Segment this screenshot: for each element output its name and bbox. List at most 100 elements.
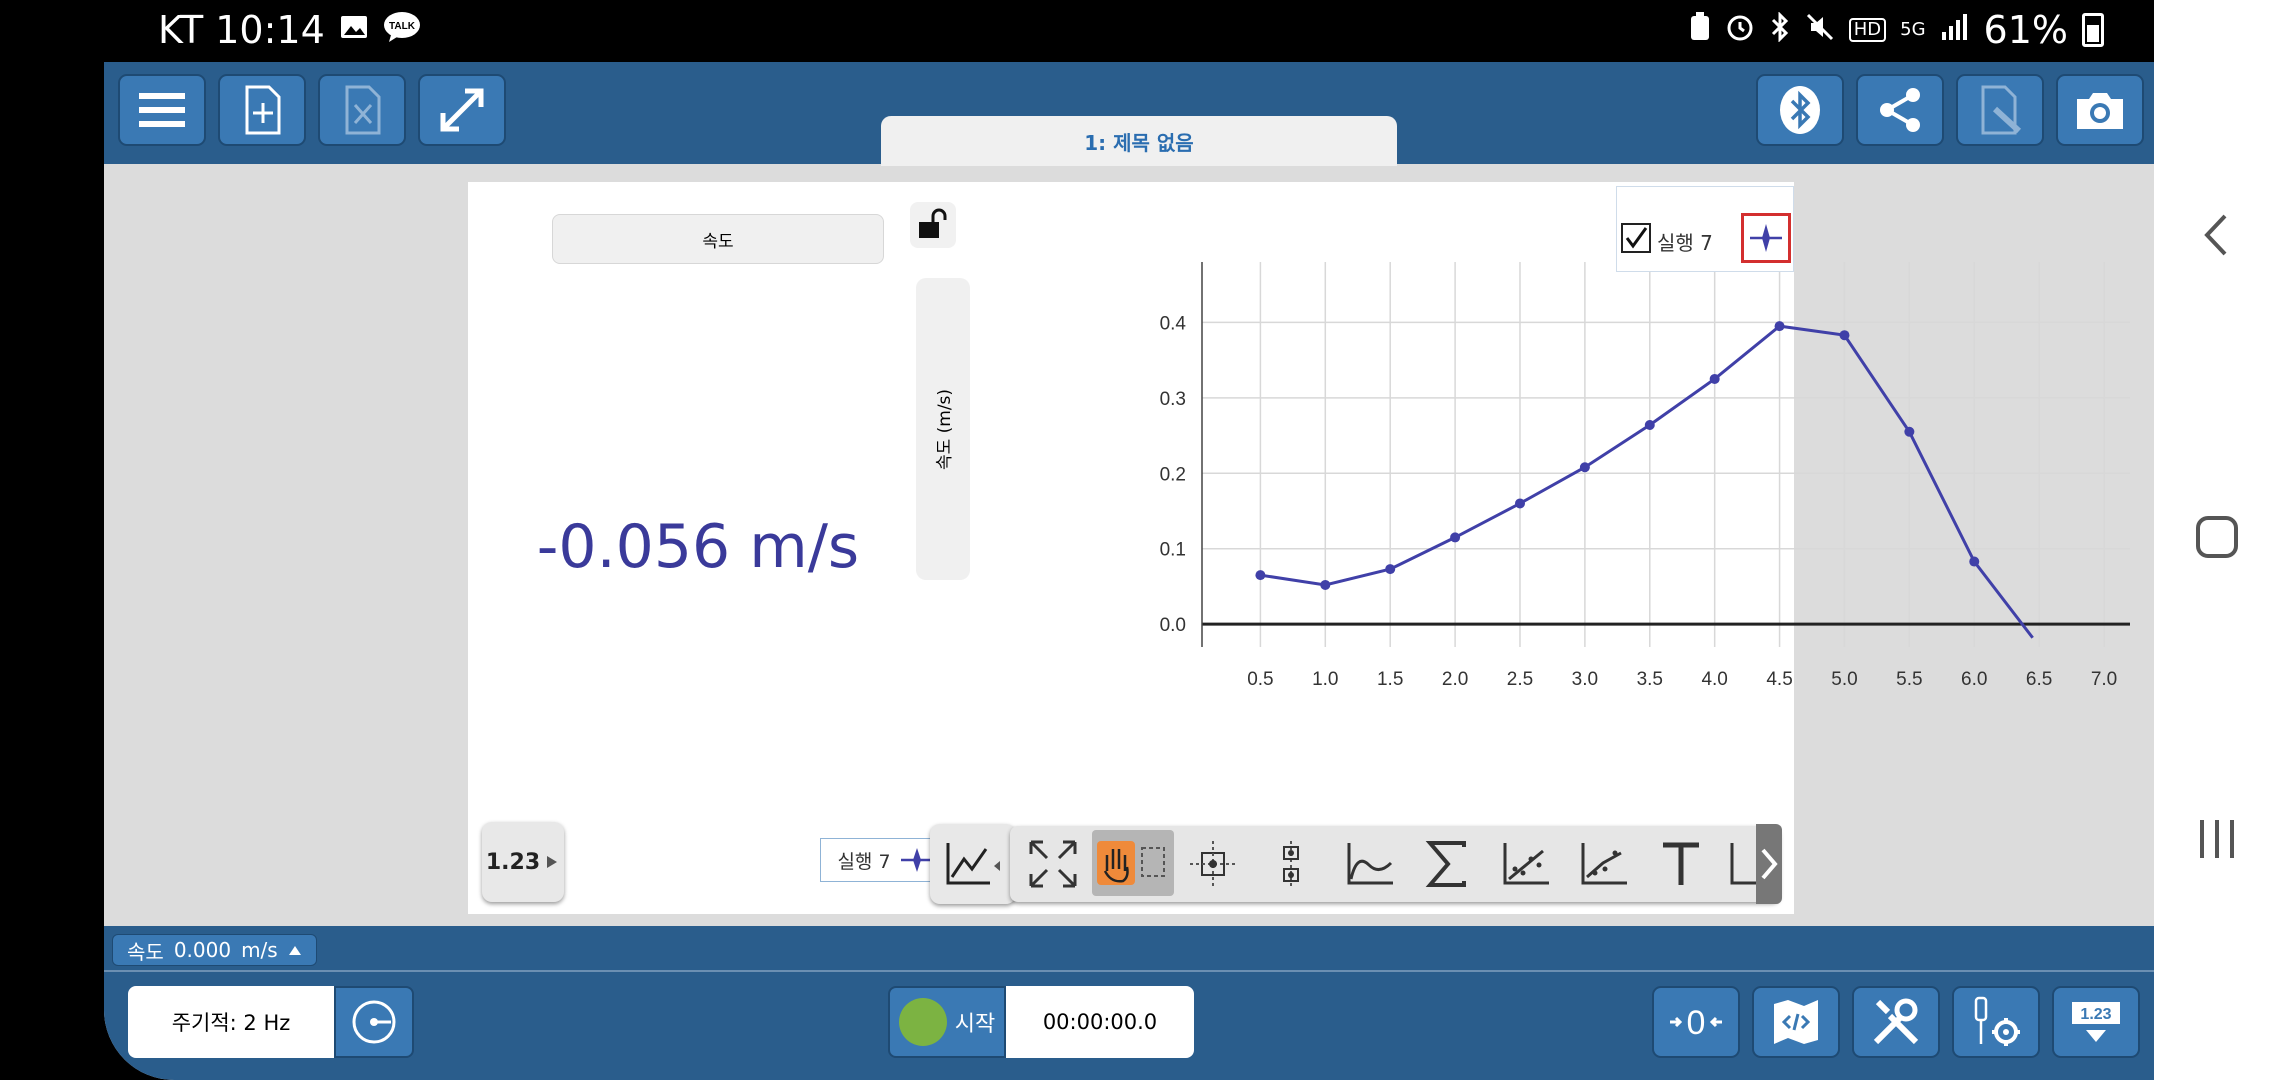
talk-icon-label: TALK [389,21,416,32]
sensor-chip[interactable]: 속도 0.000 m/s [112,934,317,966]
x-tick-label: 3.0 [1572,669,1598,690]
document-title: 1: 제목 없음 [1084,130,1194,155]
data-point [1579,462,1590,473]
y-tick-label: 0.0 [1160,615,1186,636]
menu-icon [139,93,185,127]
data-point [1255,570,1266,581]
share-icon [1880,88,1920,132]
triangle-up-icon [288,946,301,955]
lock-button[interactable] [910,202,956,248]
status-left: KT 10:14 TALK [158,8,421,52]
data-point [1450,532,1461,543]
new-file-icon [245,85,281,135]
document-tab[interactable]: 1: 제목 없음 [881,116,1397,166]
share-button[interactable] [1856,74,1944,146]
zoom-box-icon [1141,847,1165,877]
bluetooth-button[interactable] [1756,74,1844,146]
start-indicator-icon [898,998,947,1046]
recycle-icon [1689,12,1711,48]
display-digits-button[interactable]: 1.23 [2052,986,2140,1058]
data-point [1904,426,1915,437]
graph-options-button[interactable] [930,824,1016,904]
new-file-button[interactable] [218,74,306,146]
meter-value: -0.056 m/s [536,512,860,582]
camera-button[interactable] [2056,74,2144,146]
x-tick-label: 7.0 [2091,669,2117,690]
zero-button[interactable]: 0 [1652,986,1740,1058]
meter-title-button[interactable]: 속도 [552,214,884,264]
linear-fit-button[interactable] [1494,834,1556,894]
file-edit-button[interactable] [1956,74,2044,146]
expand-icon [440,88,484,132]
run-chip-label: 실행 7 [837,850,891,873]
collection-mode-button[interactable] [334,986,414,1058]
x-tick-label: 4.0 [1701,669,1727,690]
tangent-button[interactable] [1260,834,1322,894]
data-point [1839,330,1850,341]
x-tick-label: 6.5 [2026,669,2052,690]
camera-icon [2077,93,2123,129]
y-tick-label: 0.4 [1160,313,1187,334]
zero-icon: 0 [1670,1004,1722,1042]
home-button[interactable] [2154,492,2280,582]
curve-fit-button[interactable] [1338,834,1400,894]
sum-button[interactable] [1416,834,1478,894]
x-tick-label: 3.5 [1637,669,1663,690]
digits-icon-label: 1.23 [2080,1006,2111,1023]
text-annotation-icon [1663,842,1699,885]
sensor-bar: 속도 0.000 m/s [104,926,2154,972]
graph-options-icon [946,843,1000,885]
start-label: 시작 [954,1012,996,1037]
scatter-fit-button[interactable] [1572,834,1634,894]
data-point [1385,564,1396,575]
collection-rate[interactable]: 주기적: 2 Hz [128,986,334,1058]
digits-button[interactable]: 1.23 [482,822,564,902]
series-line [1260,324,2034,639]
delete-file-button[interactable] [318,74,406,146]
run-marker-icon [1750,224,1782,252]
status-right: HD 5G 61% [1689,8,2104,52]
tool-strip [1010,826,1780,902]
battery-percent: 61% [1983,8,2068,52]
recents-button[interactable] [2154,794,2280,884]
menu-button[interactable] [118,74,206,146]
text-annotation-button[interactable] [1650,834,1712,894]
back-button[interactable] [2154,190,2280,280]
sensor-label: 속도 [127,939,164,964]
talk-icon: TALK [383,11,421,49]
autoscale-button[interactable] [1022,834,1084,894]
carrier-time: KT 10:14 [158,8,325,52]
x-tick-label: 5.5 [1896,669,1922,690]
data-point [1320,579,1331,590]
zero-icon-label: 0 [1687,1004,1706,1042]
file-edit-icon [1981,85,2022,135]
y-axis-label-button[interactable]: 속도 (m/s) [916,278,970,580]
elapsed-time: 00:00:00.0 [1042,1010,1158,1034]
legend-checkbox[interactable] [1621,223,1651,253]
data-point [1644,419,1655,430]
tools-button[interactable] [1852,986,1940,1058]
app-window: 1: 제목 없음 속도 속도 (m/s) -0.056 m/s 1.23 실행 … [104,62,2154,1080]
legend-marker-button[interactable] [1741,213,1791,263]
code-button[interactable] [1752,986,1840,1058]
data-point [1774,321,1785,332]
code-icon [1774,1000,1818,1044]
elapsed-timer: 00:00:00.0 [1006,986,1194,1058]
line-graph[interactable]: 0.5 1.0 1.5 2.0 2.5 3.0 3.5 4.0 4.5 5.0 5.5 6.0 6.5 7… [1084,182,2134,802]
hand-icon [1097,841,1135,885]
pan-zoom-button[interactable] [1092,830,1174,896]
signal-icon [1940,12,1970,48]
sensor-settings-button[interactable] [1952,986,2040,1058]
meter-title: 속도 [702,231,734,252]
legend: 실행 7 [1616,186,1794,272]
scatter-fit-icon [1581,843,1627,885]
start-button[interactable]: 시작 [888,986,1006,1058]
image-icon [339,12,369,48]
triangle-right-icon [547,856,558,868]
autoscale-icon [1029,840,1077,888]
status-bar: KT 10:14 TALK HD 5G 61% [0,0,2154,62]
back-icon [2204,214,2227,256]
examine-button[interactable] [1182,834,1244,894]
fullscreen-button[interactable] [418,74,506,146]
more-tools-button[interactable] [1756,824,1782,904]
